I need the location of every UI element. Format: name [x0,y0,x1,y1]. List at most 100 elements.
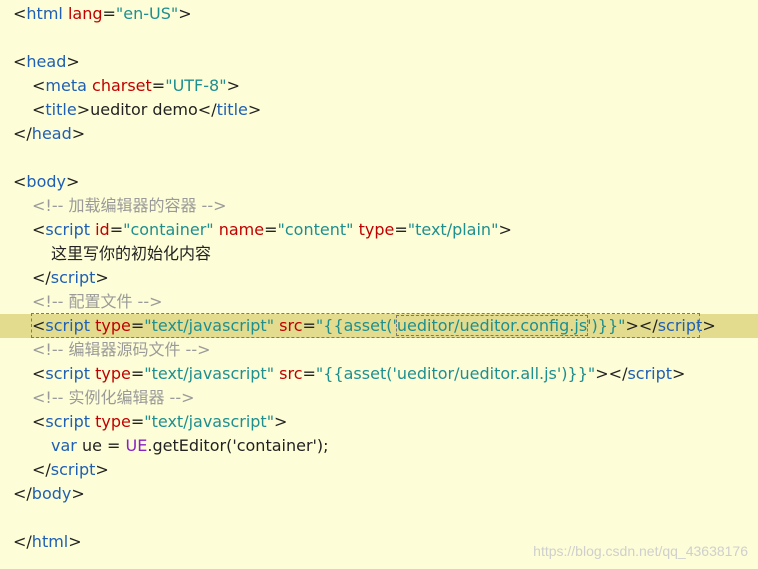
code-line-20[interactable]: </script> [0,458,758,482]
tag-name: head [31,124,72,143]
code-line-8[interactable]: <body> [0,170,758,194]
token: </ [13,532,32,551]
tag-name: title [216,100,248,119]
keyword: var [51,436,77,455]
code-line-11[interactable]: 这里写你的初始化内容 [0,242,758,266]
code-line-4[interactable]: <meta charset="UTF-8"> [0,74,758,98]
token: = [102,4,116,23]
token: = [109,220,124,239]
token: > [672,364,686,383]
attribute-value: "en-US" [115,4,179,23]
attribute-value: "text/plain" [407,220,499,239]
method-call: .getEditor('container'); [147,436,329,455]
code-line-1[interactable]: <html lang="en-US"> [0,2,758,26]
code-line-5[interactable]: <title>ueditor demo</title> [0,98,758,122]
token: </ [32,268,51,287]
code-line-21[interactable]: </body> [0,482,758,506]
token: > [226,76,240,95]
code-line-9[interactable]: <!-- 加载编辑器的容器 --> [0,194,758,218]
token: < [32,316,46,335]
attribute-name: id [95,220,110,239]
token: = [302,316,316,335]
token: > [68,532,82,551]
token: = [130,316,145,335]
tag-name: script [45,220,90,239]
token: </ [13,124,32,143]
object-name: UE [125,436,148,455]
token: > [274,412,288,431]
tag-name: script [45,364,90,383]
token: > [95,268,109,287]
code-line-10[interactable]: <script id="container" name="content" ty… [0,218,758,242]
code-line-16[interactable]: <script type="text/javascript" src="{{as… [0,362,758,386]
attribute-name: src [279,316,303,335]
token: < [13,4,27,23]
attribute-name: charset [92,76,152,95]
attribute-name: type [95,316,131,335]
attribute-value: ')}}" [587,316,626,335]
token: = [264,220,278,239]
token: = [394,220,408,239]
tag-name: html [26,4,63,23]
code-line-3[interactable]: <head> [0,50,758,74]
token: </ [197,100,217,119]
token: = [130,412,145,431]
tag-name: script [45,316,90,335]
tag-name: html [31,532,69,551]
token: = [151,76,166,95]
token: > [625,316,639,335]
code-editor[interactable]: <html lang="en-US"> <head> <meta charset… [0,0,758,569]
code-line-12[interactable]: </script> [0,266,758,290]
token: = [302,364,316,383]
code-line-19[interactable]: var ue = UE.getEditor('container'); [0,434,758,458]
comment: <!-- 配置文件 --> [32,292,163,311]
token: </ [32,460,51,479]
attribute-value: "UTF-8" [165,76,227,95]
tag-name: script [50,268,96,287]
token: > [595,364,609,383]
attribute-value: "text/javascript" [144,412,275,431]
token: = [130,364,145,383]
token: > [702,316,716,335]
attribute-name: lang [67,4,103,23]
attribute-name: type [95,412,131,431]
code-line-15[interactable]: <!-- 编辑器源码文件 --> [0,338,758,362]
tag-name: script [50,460,96,479]
code-line-13[interactable]: <!-- 配置文件 --> [0,290,758,314]
identifier: ue [81,436,102,455]
comment: <!-- 加载编辑器的容器 --> [32,196,227,215]
token: < [13,52,27,71]
selected-path: ueditor/ueditor.config.js [395,315,589,336]
attribute-name: src [279,364,303,383]
token: > [247,100,262,119]
attribute-value: "{{asset(' [315,316,397,335]
token: > [66,52,80,71]
token: </ [13,484,32,503]
attribute-value: "container" [123,220,214,239]
comment: <!-- 实例化编辑器 --> [32,388,195,407]
code-line-18[interactable]: <script type="text/javascript"> [0,410,758,434]
code-line-14-current[interactable]: <script type="text/javascript" src="{{as… [0,313,758,338]
token: > [71,124,86,143]
code-line-17[interactable]: <!-- 实例化编辑器 --> [0,386,758,410]
tag-name: head [26,52,67,71]
tag-name: meta [45,76,87,95]
token: < [32,100,46,119]
token: </ [638,316,658,335]
tag-name: body [31,484,72,503]
token: < [32,364,46,383]
code-line-6[interactable]: </head> [0,122,758,146]
token: > [95,460,109,479]
token: < [32,76,46,95]
token: = [107,436,121,455]
token: </ [608,364,628,383]
tag-name: script [657,316,703,335]
comment: <!-- 编辑器源码文件 --> [32,340,211,359]
tag-name: body [26,172,66,191]
attribute-value: "content" [277,220,354,239]
text-content: 这里写你的初始化内容 [51,244,212,263]
text-content: ueditor demo [90,100,198,119]
token: > [498,220,512,239]
token: < [32,220,46,239]
token: > [65,172,80,191]
